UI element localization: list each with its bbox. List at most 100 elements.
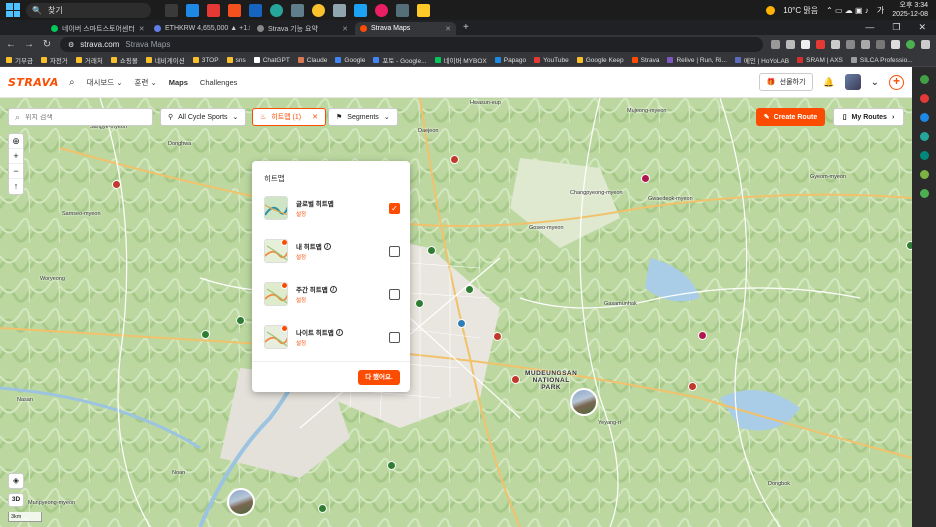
extension-icon[interactable] — [816, 40, 825, 49]
bookmark-item[interactable]: Papago — [494, 57, 526, 64]
heatmap-checkbox[interactable] — [389, 331, 400, 343]
app-icon[interactable] — [186, 3, 199, 17]
bookmark-item[interactable]: 3TOP — [192, 57, 219, 64]
close-tab-icon[interactable]: ✕ — [342, 25, 348, 33]
nav-challenges[interactable]: Challenges — [200, 78, 238, 87]
layers-icon[interactable]: ◈ — [8, 473, 24, 489]
reload-icon[interactable]: ↻ — [42, 39, 52, 50]
compass-icon[interactable]: ↑ — [9, 179, 23, 194]
heatmap-settings-link[interactable]: 설정 — [296, 296, 337, 304]
bookmark-item[interactable]: Google — [335, 57, 365, 64]
site-info-icon[interactable]: ⚙ — [68, 41, 74, 49]
heatmap-option[interactable]: 내 히트맵 i 설정 — [264, 239, 400, 263]
poi-marker[interactable] — [415, 299, 424, 308]
extension-icon[interactable] — [876, 40, 885, 49]
close-tab-icon[interactable]: ✕ — [139, 25, 145, 33]
bookmark-item[interactable]: Claude — [297, 57, 327, 64]
heatmap-chip[interactable]: ♨ 히트맵 (1) ✕ — [252, 108, 326, 126]
done-button[interactable]: 다 했어요. — [358, 370, 400, 385]
app-icon[interactable] — [375, 3, 388, 17]
extension-icon[interactable] — [861, 40, 870, 49]
heatmap-settings-link[interactable]: 설정 — [296, 339, 343, 347]
clock[interactable]: 오후 3:34 2025-12-08 — [892, 1, 928, 19]
folder-icon[interactable] — [417, 3, 430, 17]
bookmark-item[interactable]: 포토 - Google... — [373, 55, 427, 65]
heatmap-checkbox[interactable]: ✓ — [389, 202, 400, 214]
tray-icons[interactable]: ⌃ ▭ ☁ ▣ ♪ — [826, 6, 869, 15]
poi-marker[interactable] — [427, 246, 436, 255]
3d-toggle[interactable]: 3D — [8, 493, 24, 507]
chrome-icon[interactable] — [312, 3, 325, 17]
strava-logo[interactable]: STRAVA — [8, 76, 59, 89]
location-search[interactable]: ⌕ — [8, 108, 153, 126]
poi-marker[interactable] — [112, 180, 121, 189]
side-app-icon[interactable] — [919, 94, 929, 103]
chevron-down-icon[interactable]: ⌄ — [871, 77, 879, 88]
notifications-icon[interactable]: 🔔 — [823, 77, 834, 88]
info-icon[interactable]: i — [329, 285, 337, 293]
close-tab-icon[interactable]: ✕ — [445, 25, 451, 33]
app-icon[interactable] — [291, 3, 304, 17]
profile-icon[interactable] — [906, 40, 915, 49]
info-icon[interactable]: i — [335, 328, 343, 336]
extension-icon[interactable] — [891, 40, 900, 49]
zoom-out-button[interactable]: − — [9, 164, 23, 179]
bookmark-item[interactable]: SILCA Professio... — [850, 57, 913, 64]
extension-icon[interactable] — [786, 40, 795, 49]
browser-tab[interactable]: 네이버 스마트스토어센터 ✕ — [46, 22, 147, 35]
bookmark-item[interactable]: Relive | Run, Ri... — [667, 57, 727, 64]
extension-icon[interactable] — [801, 40, 810, 49]
weather-text[interactable]: 10°C 맑음 — [783, 5, 818, 16]
heatmap-checkbox[interactable] — [389, 245, 400, 257]
poi-marker[interactable] — [201, 330, 210, 339]
extension-icon[interactable] — [831, 40, 840, 49]
bookmark-item[interactable]: 네비게이션 — [145, 55, 185, 65]
edge-icon[interactable] — [270, 3, 283, 17]
bookmark-item[interactable]: 기부금 — [6, 55, 33, 65]
bookmark-item[interactable]: 메인 | HoYoLAB — [734, 55, 789, 65]
bookmark-item[interactable]: sns — [226, 57, 246, 64]
browser-tab[interactable]: ETHKRW 4,655,000 ▲ +1.59%✕ — [149, 22, 250, 35]
app-icon[interactable] — [333, 3, 346, 17]
browser-tab[interactable]: Strava Maps ✕ — [355, 22, 456, 35]
bookmark-item[interactable]: 네이버 MYBOX — [434, 55, 487, 65]
location-search-input[interactable] — [25, 113, 136, 121]
nav-training[interactable]: 훈련 ⌄ — [135, 77, 157, 88]
app-icon[interactable] — [354, 3, 367, 17]
segments-dropdown[interactable]: ⚑ Segments ⌄ — [328, 108, 398, 126]
poi-marker[interactable] — [450, 155, 459, 164]
menu-icon[interactable] — [921, 40, 930, 49]
search-icon[interactable]: ⌕ — [69, 77, 75, 88]
address-bar[interactable]: ⚙ strava.com Strava Maps — [60, 37, 763, 52]
app-icon[interactable] — [396, 3, 409, 17]
extension-icon[interactable] — [846, 40, 855, 49]
my-routes-button[interactable]: ▯ My Routes › — [833, 108, 904, 126]
close-icon[interactable]: ✕ — [918, 22, 926, 33]
side-app-icon[interactable] — [919, 170, 929, 179]
poi-marker[interactable] — [698, 331, 707, 340]
side-app-icon[interactable] — [919, 113, 929, 122]
poi-marker[interactable] — [318, 504, 327, 513]
side-app-icon[interactable] — [919, 75, 929, 84]
bookmark-item[interactable]: 거래처 — [75, 55, 103, 65]
poi-marker[interactable] — [465, 285, 474, 294]
bookmark-item[interactable]: ChatGPT — [253, 57, 290, 64]
app-icon[interactable] — [249, 3, 262, 17]
photo-marker[interactable] — [227, 488, 255, 516]
map-canvas[interactable]: Daejeon Mujeong-myeon Donghwa Sangye-mye… — [0, 98, 912, 527]
task-view-icon[interactable] — [165, 3, 178, 17]
os-search-box[interactable]: 🔍 찾기 — [26, 2, 151, 18]
poi-marker[interactable] — [493, 332, 502, 341]
side-app-icon[interactable] — [919, 189, 929, 198]
windows-start-icon[interactable] — [6, 3, 20, 17]
poi-marker[interactable] — [236, 316, 245, 325]
avatar[interactable] — [844, 74, 861, 90]
heatmap-settings-link[interactable]: 설정 — [296, 210, 334, 218]
sport-type-dropdown[interactable]: ⚲ All Cycle Sports ⌄ — [160, 108, 247, 126]
ime-indicator[interactable]: 가 — [877, 5, 884, 16]
heatmap-settings-link[interactable]: 설정 — [296, 253, 331, 261]
close-icon[interactable]: ✕ — [312, 113, 318, 121]
bookmark-item[interactable]: 쇼핑몰 — [110, 55, 138, 65]
minimize-icon[interactable]: — — [865, 22, 874, 33]
poi-marker[interactable] — [457, 319, 466, 328]
